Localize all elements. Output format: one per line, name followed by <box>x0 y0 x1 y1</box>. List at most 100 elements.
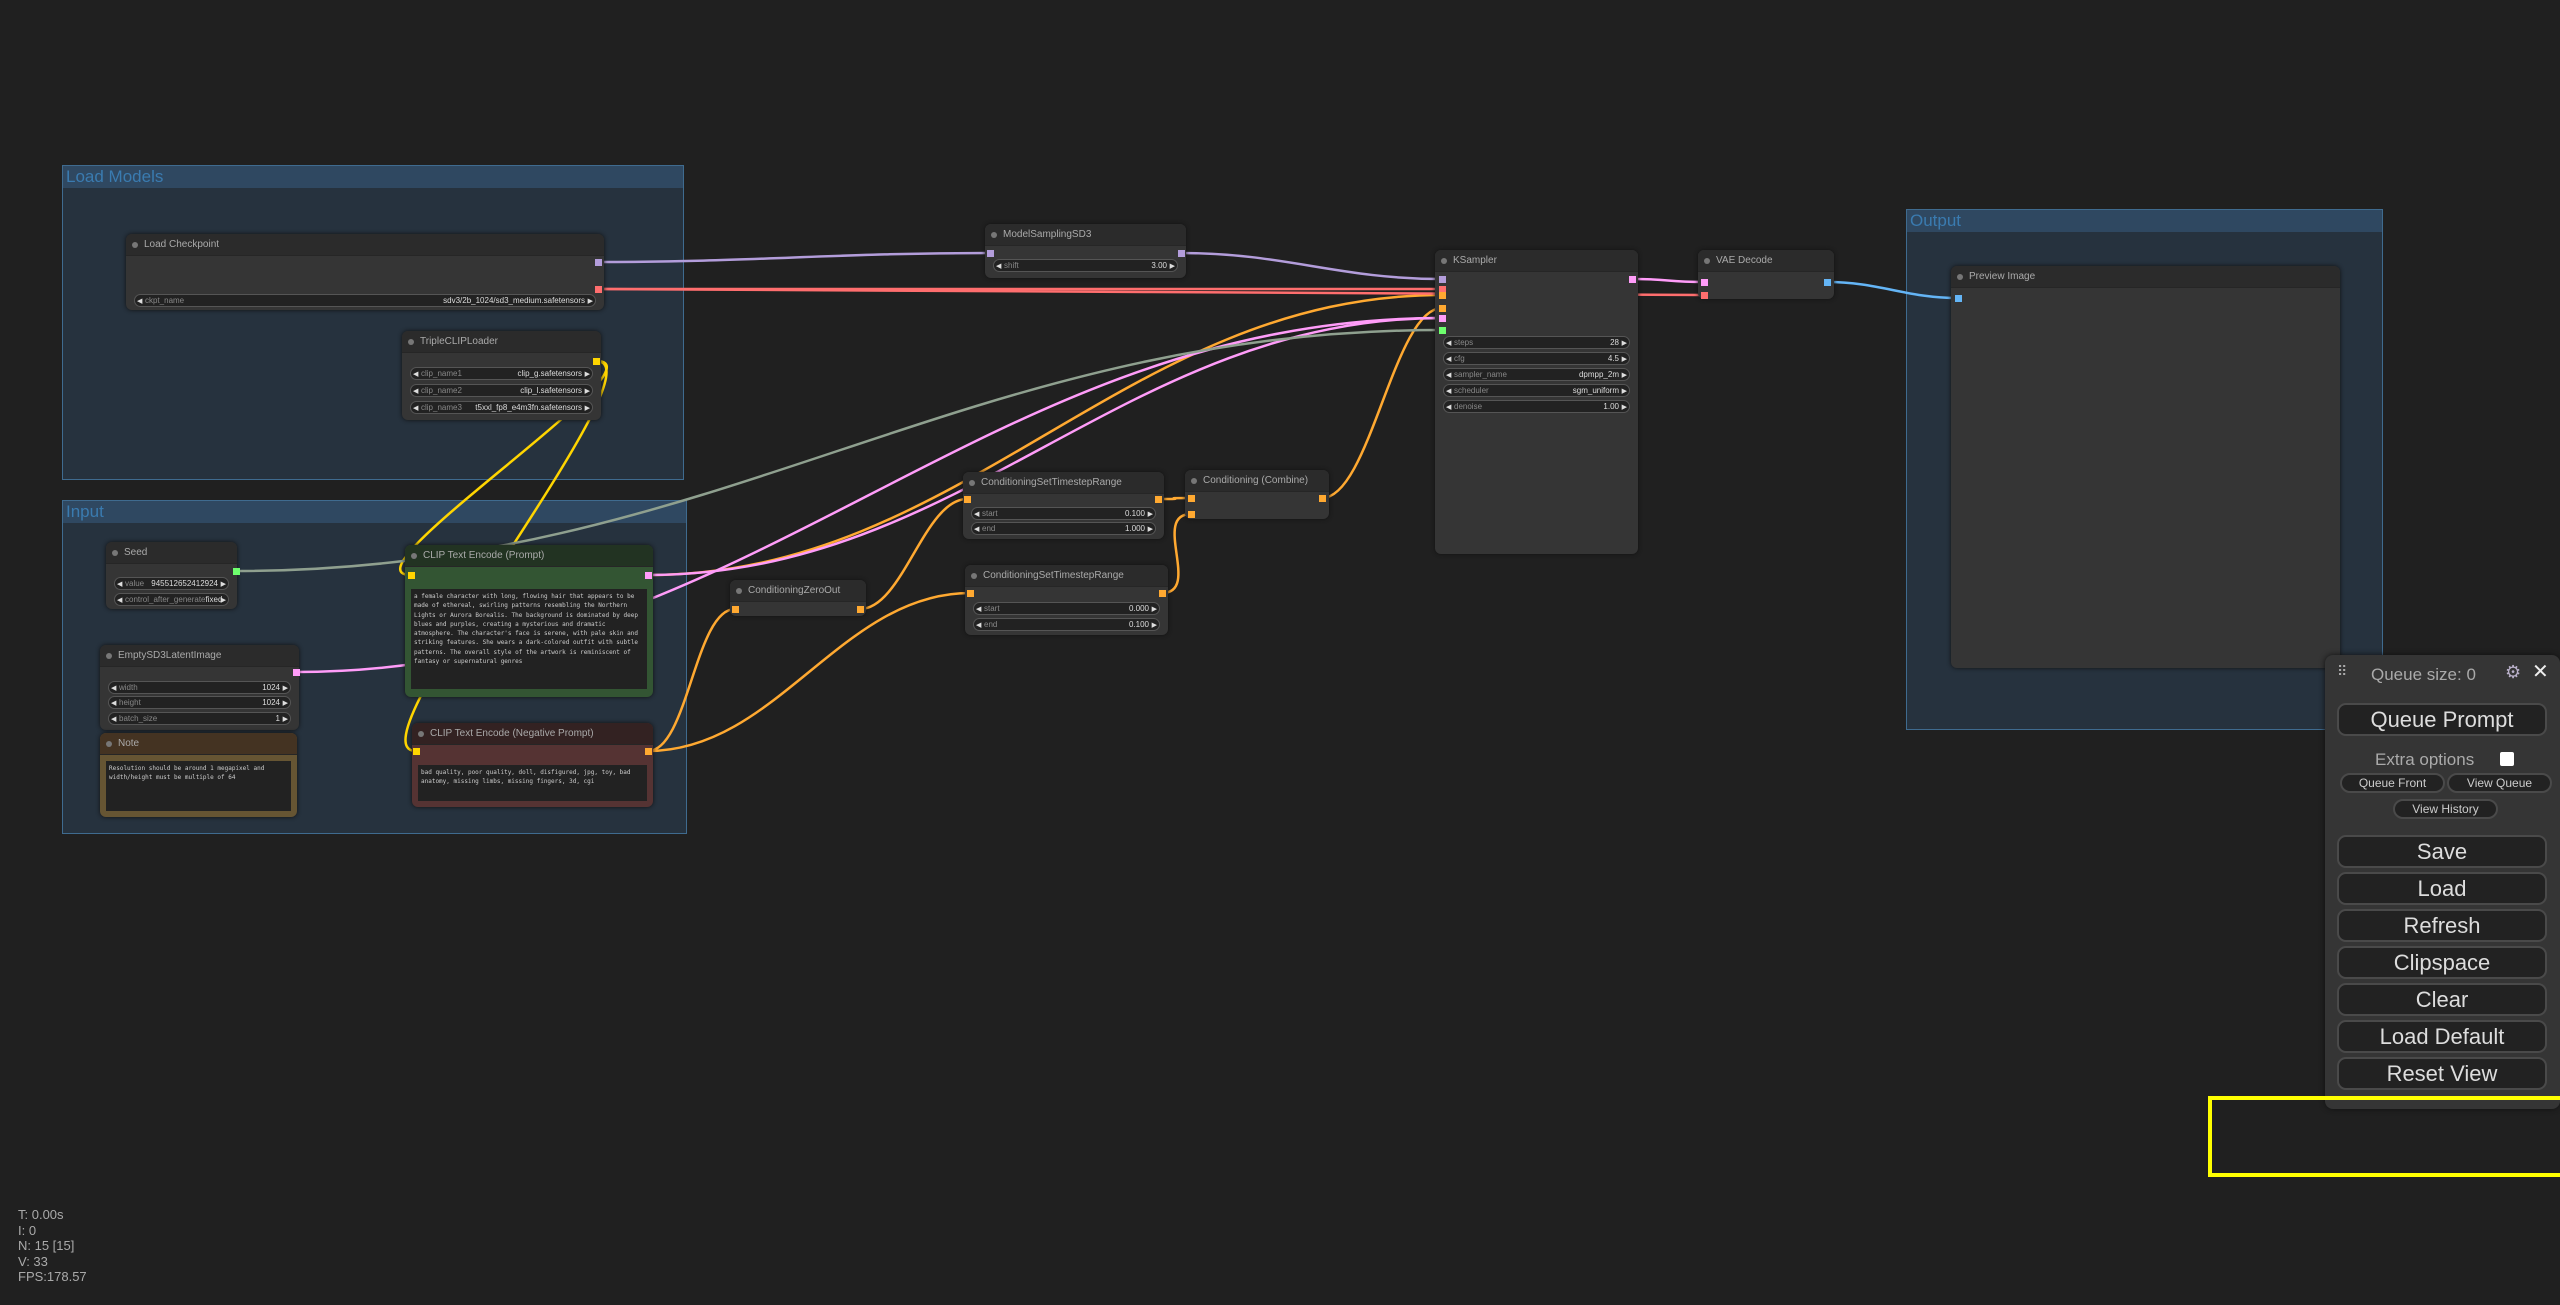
slot-int[interactable] <box>233 568 240 575</box>
close-icon[interactable]: ✕ <box>2532 659 2549 684</box>
queue-panel[interactable]: ⠿ Queue size: 0 ⚙ ✕ Queue Prompt Extra o… <box>2325 655 2560 1109</box>
steps-widget[interactable]: steps 28 <box>1443 336 1630 349</box>
slot-model[interactable] <box>987 250 994 257</box>
slot-conditioning[interactable] <box>967 590 974 597</box>
node-load-checkpoint[interactable]: Load Checkpoint ckpt_name sdv3/2b_1024/sd… <box>126 234 604 310</box>
slot-conditioning[interactable] <box>1155 496 1162 503</box>
slot-latent[interactable] <box>293 669 300 676</box>
slot-model[interactable] <box>1178 250 1185 257</box>
queue-front-button[interactable]: Queue Front <box>2340 773 2445 793</box>
slot-model[interactable] <box>1439 276 1446 283</box>
wire-image[interactable] <box>1826 280 1959 300</box>
slot-conditioning[interactable] <box>1439 305 1446 312</box>
widget-label: end <box>984 620 998 629</box>
node-model-sampling-sd3[interactable]: ModelSamplingSD3 shift 3.00 <box>985 224 1186 278</box>
slot-clip[interactable] <box>408 572 415 579</box>
queue-prompt-button[interactable]: Queue Prompt <box>2337 703 2547 736</box>
wire-conditioning[interactable] <box>859 497 968 611</box>
negative-prompt-text[interactable]: bad quality, poor quality, doll, disfigu… <box>418 765 647 801</box>
node-empty-sd3-latent-image[interactable]: EmptySD3LatentImage width 1024 height 1024… <box>100 645 299 730</box>
slot-model[interactable] <box>595 259 602 266</box>
node-title: EmptySD3LatentImage <box>100 645 299 667</box>
control-after-generate-widget[interactable]: control_after_generatefixed <box>114 593 229 606</box>
widget-label: shift <box>1004 261 1019 270</box>
save-button[interactable]: Save <box>2337 835 2547 868</box>
node-ksampler[interactable]: KSampler steps 28 cfg 4.5 sampler_name dpmp… <box>1435 250 1638 554</box>
widget-label: ckpt_name <box>145 296 185 305</box>
node-clip-text-encode-negative[interactable]: CLIP Text Encode (Negative Prompt) bad q… <box>412 723 653 807</box>
slot-vae[interactable] <box>595 286 602 293</box>
load-button[interactable]: Load <box>2337 872 2547 905</box>
start-widget[interactable]: start 0.100 <box>971 507 1156 520</box>
ckpt-name-widget[interactable]: ckpt_name sdv3/2b_1024/sd3_medium.safeten… <box>134 294 596 307</box>
view-history-button[interactable]: View History <box>2393 799 2498 819</box>
load-default-button[interactable]: Load Default <box>2337 1020 2547 1053</box>
drag-handle-icon[interactable]: ⠿ <box>2337 663 2347 680</box>
slot-latent[interactable] <box>1629 276 1636 283</box>
wire-conditioning[interactable] <box>647 607 736 753</box>
slot-conditioning[interactable] <box>645 748 652 755</box>
node-preview-image[interactable]: Preview Image <box>1951 266 2340 668</box>
view-queue-button[interactable]: View Queue <box>2447 773 2552 793</box>
node-conditioning-combine[interactable]: Conditioning (Combine) <box>1185 470 1329 519</box>
seed-value-widget[interactable]: value 945512652412924 <box>114 577 229 590</box>
denoise-widget[interactable]: denoise 1.00 <box>1443 400 1630 413</box>
slot-conditioning[interactable] <box>1188 495 1195 502</box>
clipspace-button[interactable]: Clipspace <box>2337 946 2547 979</box>
start-widget[interactable]: start 0.000 <box>973 602 1160 615</box>
widget-label: value <box>125 579 145 588</box>
node-conditioning-zero-out[interactable]: ConditioningZeroOut <box>730 580 866 616</box>
widget-value: sdv3/2b_1024/sd3_medium.safetensors <box>443 296 585 305</box>
node-triple-clip-loader[interactable]: TripleCLIPLoader clip_name1 clip_g.safete… <box>402 331 601 420</box>
width-widget[interactable]: width 1024 <box>108 681 291 694</box>
cfg-widget[interactable]: cfg 4.5 <box>1443 352 1630 365</box>
node-conditioning-set-timestep-range-2[interactable]: ConditioningSetTimestepRange start0.000 … <box>965 565 1168 635</box>
slot-latent[interactable] <box>1439 315 1446 322</box>
wire-model[interactable] <box>597 251 991 264</box>
slot-image[interactable] <box>1824 279 1831 286</box>
shift-widget[interactable]: shift 3.00 <box>993 259 1178 272</box>
node-seed[interactable]: Seed value 945512652412924 control_after_… <box>106 542 237 609</box>
widget-value: 1.00 <box>1603 402 1619 411</box>
slot-clip[interactable] <box>413 748 420 755</box>
node-clip-text-encode-prompt[interactable]: CLIP Text Encode (Prompt) a female chara… <box>405 545 653 697</box>
slot-conditioning[interactable] <box>1188 511 1195 518</box>
sampler-name-widget[interactable]: sampler_name dpmpp_2m <box>1443 368 1630 381</box>
batch-size-widget[interactable]: batch_size 1 <box>108 712 291 725</box>
slot-int[interactable] <box>1439 327 1446 334</box>
end-widget[interactable]: end 1.000 <box>971 522 1156 535</box>
slot-image[interactable] <box>1955 295 1962 302</box>
slot-conditioning[interactable] <box>1319 495 1326 502</box>
node-note[interactable]: Note Resolution should be around 1 megap… <box>100 733 297 817</box>
clear-button[interactable]: Clear <box>2337 983 2547 1016</box>
slot-vae[interactable] <box>1701 292 1708 299</box>
refresh-button[interactable]: Refresh <box>2337 909 2547 942</box>
clip-name3-widget[interactable]: clip_name3 t5xxl_fp8_e4m3fn.safetensors <box>410 401 593 414</box>
wire-latent[interactable] <box>1631 277 1705 284</box>
slot-conditioning[interactable] <box>857 606 864 613</box>
node-conditioning-set-timestep-range-1[interactable]: ConditioningSetTimestepRange start0.100 … <box>963 472 1164 539</box>
end-widget[interactable]: end 0.100 <box>973 618 1160 631</box>
slot-conditioning[interactable] <box>732 606 739 613</box>
height-widget[interactable]: height 1024 <box>108 696 291 709</box>
extra-options-checkbox[interactable] <box>2500 752 2514 766</box>
slot-conditioning[interactable] <box>964 496 971 503</box>
slot-conditioning[interactable] <box>1159 590 1166 597</box>
wire-conditioning[interactable] <box>1321 306 1443 500</box>
scheduler-widget[interactable]: scheduler sgm_uniform <box>1443 384 1630 397</box>
widget-value: clip_g.safetensors <box>517 369 582 378</box>
reset-view-button[interactable]: Reset View <box>2337 1057 2547 1090</box>
slot-latent[interactable] <box>1701 279 1708 286</box>
slot-clip[interactable] <box>593 358 600 365</box>
clip-name2-widget[interactable]: clip_name2 clip_l.safetensors <box>410 384 593 397</box>
node-vae-decode[interactable]: VAE Decode <box>1698 250 1834 299</box>
note-text[interactable]: Resolution should be around 1 megapixel … <box>106 761 291 811</box>
wire-conditioning[interactable] <box>647 591 971 753</box>
clip-name1-widget[interactable]: clip_name1 clip_g.safetensors <box>410 367 593 380</box>
wire-model[interactable] <box>1180 251 1443 281</box>
slot-latent[interactable] <box>645 572 652 579</box>
gear-icon[interactable]: ⚙ <box>2505 662 2521 683</box>
widget-label: sampler_name <box>1454 370 1507 379</box>
prompt-text[interactable]: a female character with long, flowing ha… <box>411 589 647 689</box>
slot-conditioning[interactable] <box>1439 292 1446 299</box>
